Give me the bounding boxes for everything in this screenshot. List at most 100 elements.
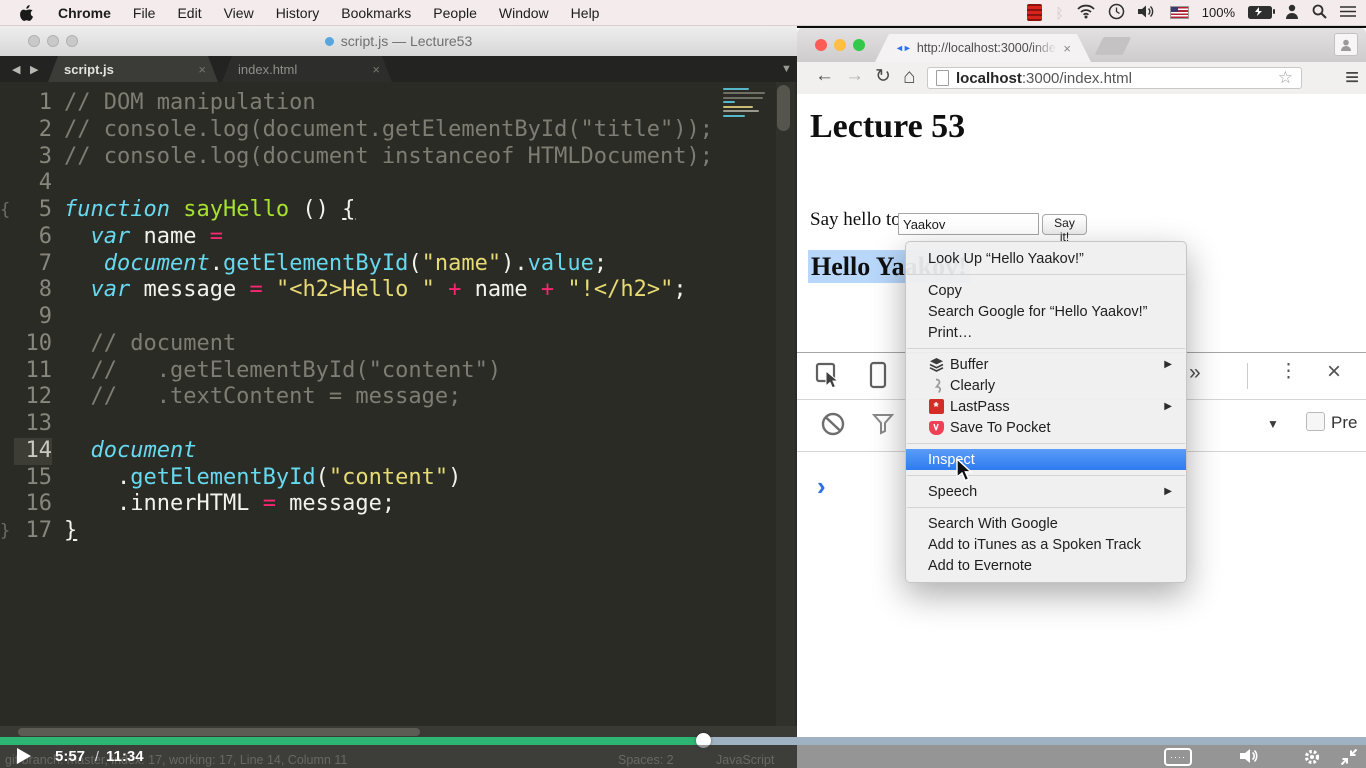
home-icon[interactable]: ⌂: [903, 65, 916, 89]
minimize-window-button[interactable]: [834, 39, 846, 51]
device-toolbar-icon[interactable]: [869, 361, 887, 394]
editor-tab-index.html[interactable]: index.html ×: [222, 56, 392, 82]
new-tab-button[interactable]: [1094, 37, 1132, 55]
more-tabs-icon[interactable]: »: [1189, 361, 1201, 385]
code-line-7[interactable]: 7 document.getElementById("name").value;: [0, 251, 797, 278]
exit-fullscreen-icon[interactable]: [1340, 748, 1358, 768]
code-line-17[interactable]: } 17}: [0, 518, 797, 545]
menubar-item-people[interactable]: People: [433, 5, 477, 21]
devtools-menu-icon[interactable]: ⋮: [1279, 360, 1298, 383]
context-menu-item-save-to-pocket[interactable]: ∨ Save To Pocket: [906, 417, 1186, 438]
name-input[interactable]: [898, 213, 1039, 235]
context-menu-item-print[interactable]: Print…: [906, 322, 1186, 343]
code-line-10[interactable]: 10 // document: [0, 331, 797, 358]
screen-recording-icon[interactable]: [1027, 4, 1043, 21]
context-menu-item-add-to-itunes-as-a-spoken-track[interactable]: Add to iTunes as a Spoken Track: [906, 534, 1186, 555]
back-icon[interactable]: ←: [815, 65, 834, 87]
context-menu-item-search-with-google[interactable]: Search With Google: [906, 513, 1186, 534]
inspect-element-icon[interactable]: [815, 362, 843, 393]
wifi-icon[interactable]: [1077, 4, 1095, 22]
menubar-item-history[interactable]: History: [276, 5, 320, 21]
time-machine-icon[interactable]: [1108, 3, 1125, 23]
vertical-scrollbar-thumb[interactable]: [777, 85, 790, 131]
code-area[interactable]: 1 // DOM manipulation 2 // console.log(docu…: [0, 82, 797, 726]
menubar-item-chrome[interactable]: Chrome: [58, 5, 111, 21]
code-line-6[interactable]: 6 var name =: [0, 224, 797, 251]
reload-icon[interactable]: ↻: [875, 65, 891, 88]
code-line-5[interactable]: {5 function sayHello () {: [0, 197, 797, 224]
menubar-item-help[interactable]: Help: [571, 5, 600, 21]
editor-titlebar[interactable]: script.js — Lecture53: [0, 26, 797, 57]
context-menu-item-look-up-hello-yaakov[interactable]: Look Up “Hello Yaakov!”: [906, 248, 1186, 269]
log-level-dropdown-icon[interactable]: ▼: [1267, 417, 1279, 431]
menubar-item-file[interactable]: File: [133, 5, 156, 21]
tab-close-icon[interactable]: ×: [198, 62, 206, 77]
settings-gear-icon[interactable]: [1303, 748, 1321, 768]
code-line-12[interactable]: 12 // .textContent = message;: [0, 384, 797, 411]
code-line-9[interactable]: 9: [0, 304, 797, 331]
captions-icon[interactable]: ····: [1164, 748, 1192, 766]
zoom-window-button[interactable]: [853, 39, 865, 51]
zoom-window-button[interactable]: [66, 35, 78, 47]
menubar-item-view[interactable]: View: [224, 5, 254, 21]
context-menu-item-copy[interactable]: Copy: [906, 280, 1186, 301]
console-prompt-icon[interactable]: ›: [817, 471, 826, 502]
devtools-close-icon[interactable]: ×: [1327, 358, 1341, 386]
bookmark-star-icon[interactable]: ☆: [1278, 68, 1293, 88]
editor-minimap[interactable]: [723, 85, 769, 127]
code-line-15[interactable]: 15 .getElementById("content"): [0, 465, 797, 492]
tab-forward-icon[interactable]: ▶: [30, 63, 38, 76]
chrome-menu-icon[interactable]: ≡: [1345, 64, 1359, 92]
bluetooth-icon[interactable]: ᛒ: [1055, 5, 1063, 21]
video-progress-bar[interactable]: [0, 733, 1366, 748]
code-line-3[interactable]: 3 // console.log(document instanceof HTML…: [0, 144, 797, 171]
horizontal-scrollbar-thumb[interactable]: [18, 728, 420, 736]
context-menu-item-add-to-evernote[interactable]: Add to Evernote: [906, 555, 1186, 576]
code-line-2[interactable]: 2 // console.log(document.getElementById(…: [0, 117, 797, 144]
menu-item-label: Copy: [928, 282, 962, 299]
tab-close-icon[interactable]: ×: [372, 62, 380, 77]
context-menu-item-search-google-for-hello-yaakov[interactable]: Search Google for “Hello Yaakov!”: [906, 301, 1186, 322]
user-icon[interactable]: [1285, 4, 1299, 22]
modified-dot-icon: [324, 36, 334, 46]
tab-close-icon[interactable]: ×: [1063, 41, 1071, 56]
tab-back-icon[interactable]: ◀: [12, 63, 20, 76]
preserve-log-checkbox[interactable]: [1306, 412, 1325, 431]
menubar-item-window[interactable]: Window: [499, 5, 549, 21]
minimize-window-button[interactable]: [47, 35, 59, 47]
us-flag-icon[interactable]: [1169, 6, 1189, 19]
editor-tab-script.js[interactable]: script.js ×: [48, 56, 218, 82]
menubar-item-bookmarks[interactable]: Bookmarks: [341, 5, 411, 21]
volume-icon[interactable]: [1240, 748, 1260, 768]
close-window-button[interactable]: [815, 39, 827, 51]
code-line-11[interactable]: 11 // .getElementById("content"): [0, 358, 797, 385]
context-menu-item-speech[interactable]: Speech ▶: [906, 481, 1186, 502]
profile-button[interactable]: [1334, 33, 1358, 56]
code-line-16[interactable]: 16 .innerHTML = message;: [0, 491, 797, 518]
browser-tab[interactable]: ◄► http://localhost:3000/inde ×: [875, 34, 1091, 62]
code-line-13[interactable]: 13: [0, 411, 797, 438]
vertical-scrollbar-track[interactable]: [776, 82, 795, 726]
code-line-14[interactable]: 14 document: [0, 437, 797, 465]
spotlight-search-icon[interactable]: [1312, 4, 1327, 22]
code-line-1[interactable]: 1 // DOM manipulation: [0, 90, 797, 117]
forward-icon[interactable]: →: [845, 65, 864, 87]
context-menu-item-clearly[interactable]: Clearly: [906, 375, 1186, 396]
filter-icon[interactable]: [871, 413, 895, 440]
code-line-8[interactable]: 8 var message = "<h2>Hello " + name + "!…: [0, 277, 797, 304]
notification-center-icon[interactable]: [1340, 5, 1356, 21]
tab-overflow-icon[interactable]: ▼: [781, 63, 792, 75]
clear-console-icon[interactable]: [820, 411, 846, 442]
menubar-item-edit[interactable]: Edit: [177, 5, 201, 21]
url-bar[interactable]: localhost :3000/index.html ☆: [927, 67, 1302, 89]
say-it-button[interactable]: Say it!: [1042, 214, 1087, 244]
battery-icon[interactable]: [1248, 6, 1275, 19]
context-menu-item-buffer[interactable]: Buffer ▶: [906, 354, 1186, 375]
volume-icon[interactable]: [1137, 4, 1157, 22]
play-icon[interactable]: [17, 748, 31, 764]
code-line-4[interactable]: 4: [0, 170, 797, 197]
apple-logo-icon[interactable]: [20, 4, 33, 21]
context-menu-item-inspect[interactable]: Inspect: [906, 449, 1186, 470]
close-window-button[interactable]: [28, 35, 40, 47]
context-menu-item-lastpass[interactable]: * LastPass ▶: [906, 396, 1186, 417]
